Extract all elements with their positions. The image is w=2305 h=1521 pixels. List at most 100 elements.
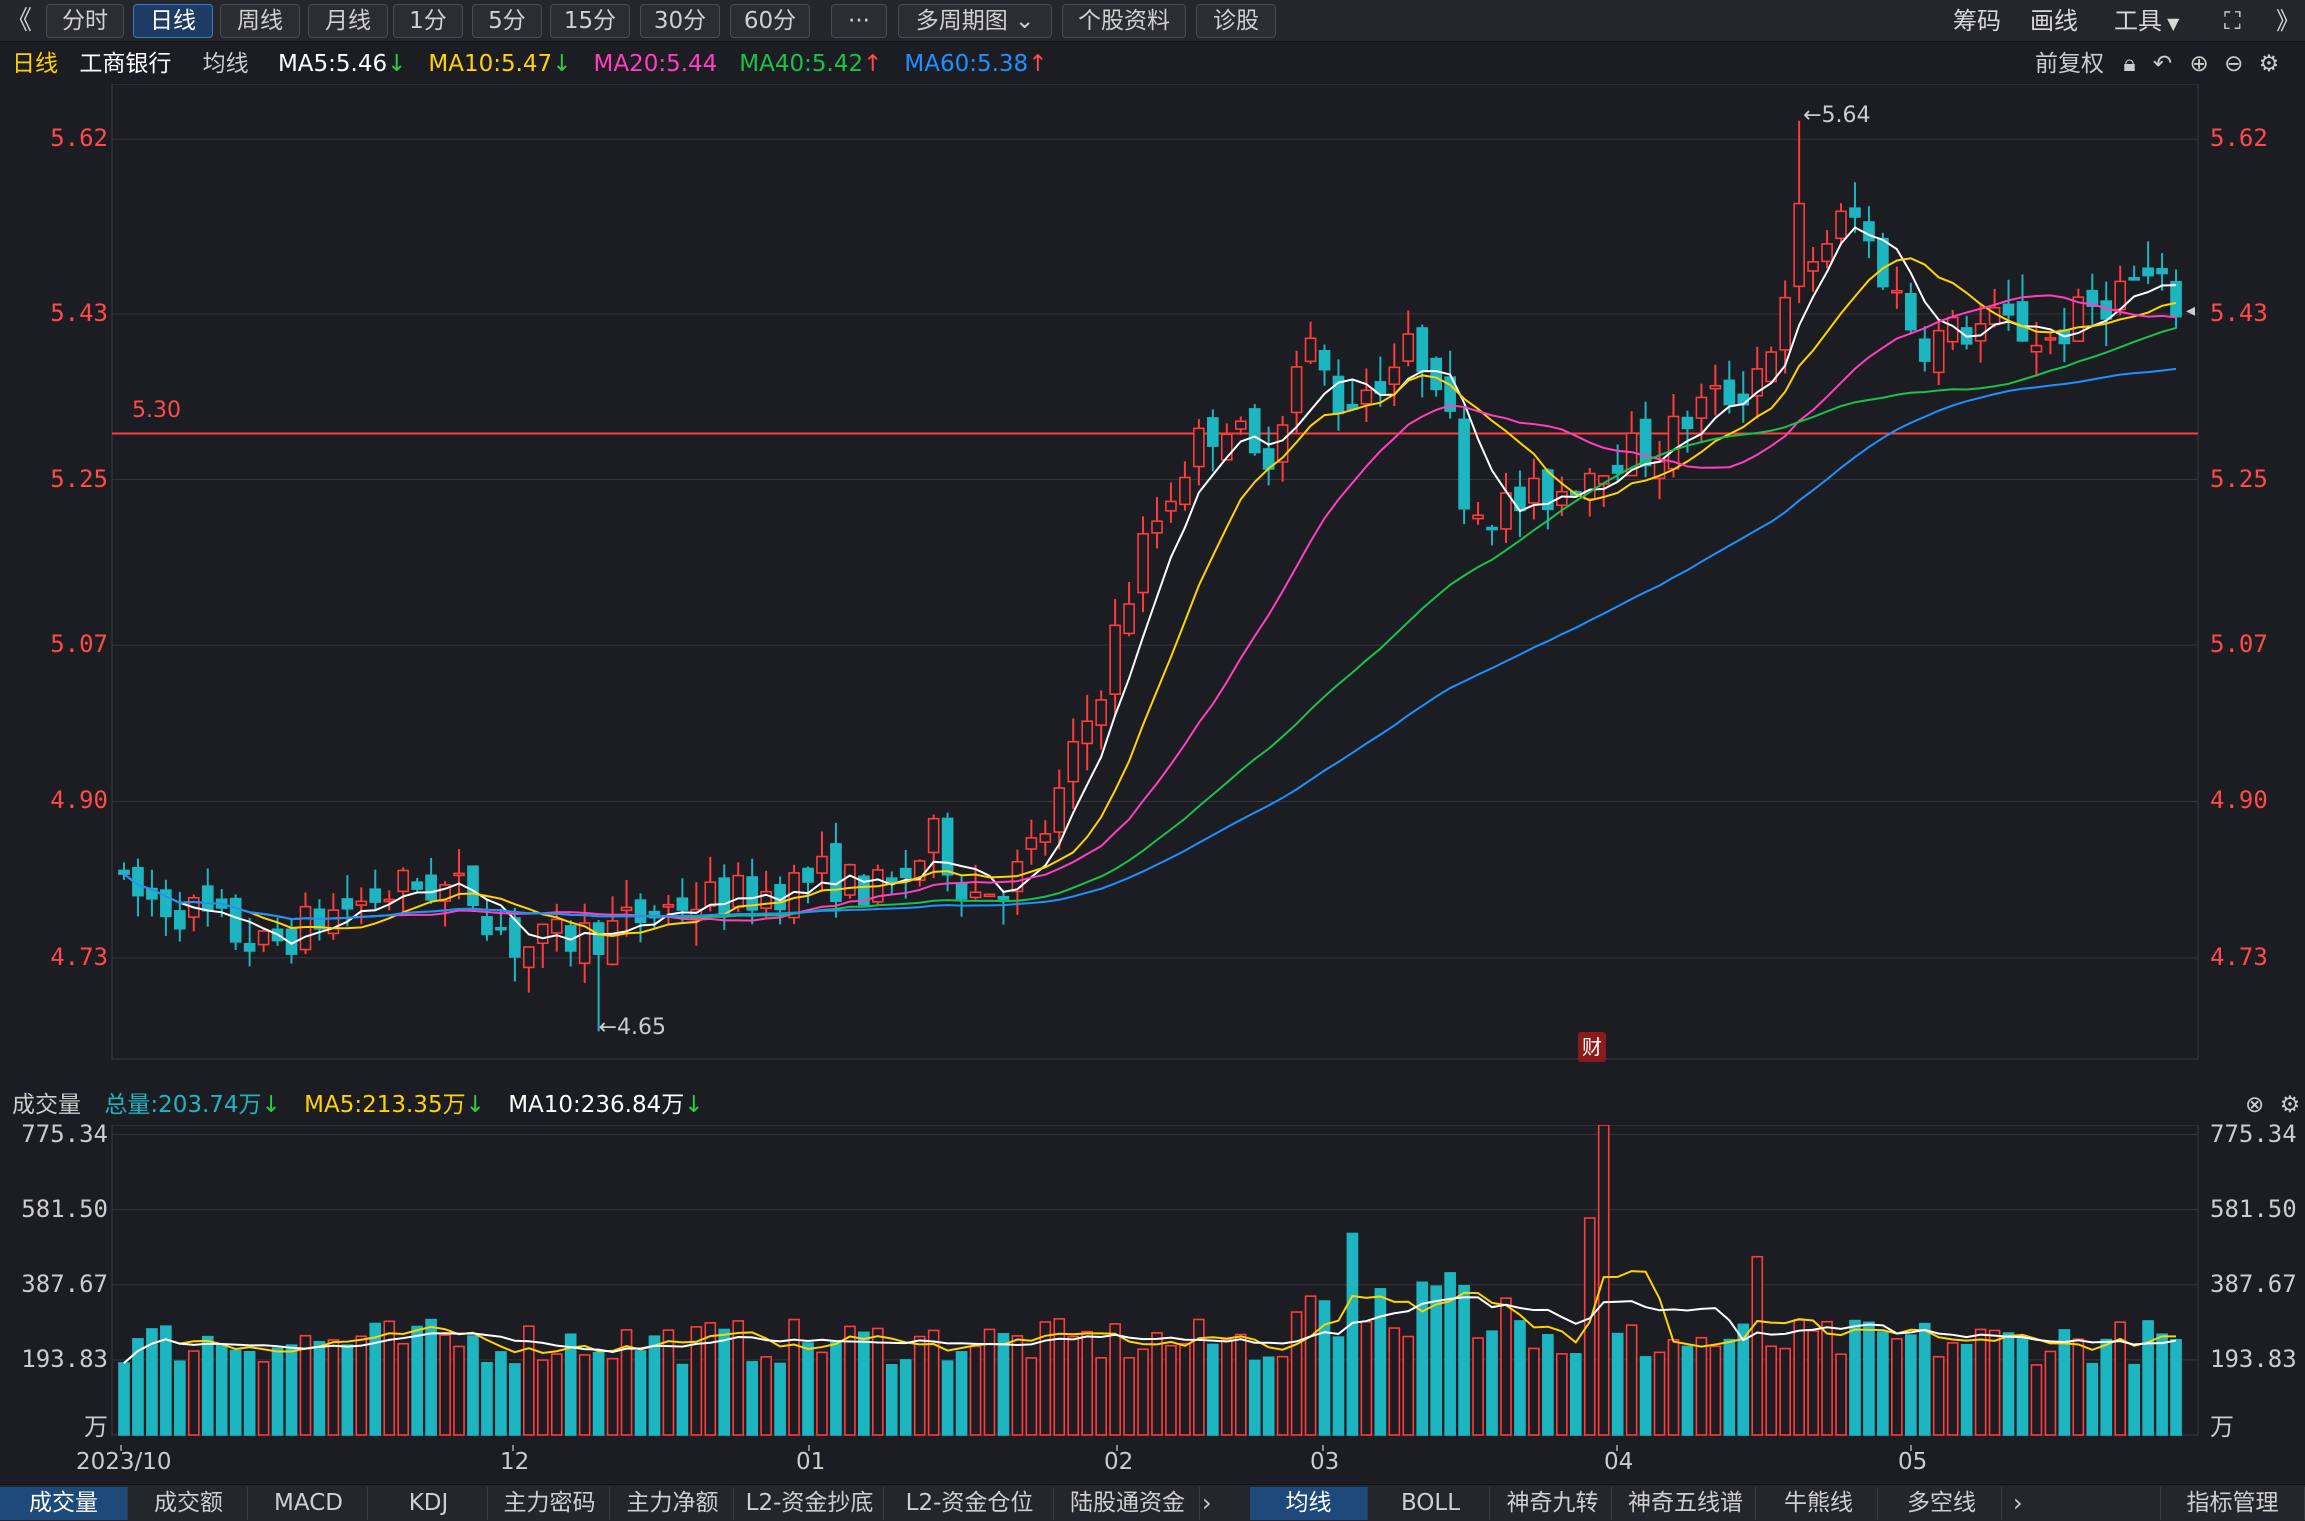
undo-icon[interactable]: ↶ [2153,51,2172,77]
candle-body[interactable] [257,930,270,946]
volume-bar[interactable] [1388,1327,1401,1436]
candle-body[interactable] [2170,281,2182,318]
toolbar-button-8[interactable]: 60分 [730,4,810,38]
volume-bar[interactable] [1486,1330,1498,1436]
volume-bar[interactable] [578,1354,591,1436]
candle-body[interactable] [830,843,842,902]
chip-button[interactable]: 筹码 [1953,4,2001,38]
candle-body[interactable] [522,946,535,969]
volume-bar[interactable] [969,1345,982,1436]
volume-bar[interactable] [257,1361,270,1436]
candle-body[interactable] [174,910,186,930]
volume-bar[interactable] [899,1359,912,1436]
lock-icon[interactable]: 🔒︎ [2123,51,2135,77]
volume-bar[interactable] [2058,1329,2071,1436]
volume-bar[interactable] [1179,1342,1191,1436]
toolbar-button-9[interactable]: ··· [831,4,887,38]
draw-button[interactable]: 画线 [2030,4,2078,38]
indicator-tab-3[interactable]: KDJ [370,1487,488,1520]
candle-body[interactable] [1151,520,1163,534]
indicator-tab-8[interactable]: 陆股通资金 [1056,1487,1200,1520]
candle-body[interactable] [941,817,954,876]
volume-bar[interactable] [1849,1319,1861,1436]
volume-bar[interactable] [495,1351,507,1436]
volume-bar[interactable] [271,1347,284,1436]
candle-body[interactable] [1039,833,1052,843]
volume-bar[interactable] [802,1342,814,1436]
candle-body[interactable] [2156,268,2168,275]
candle-body[interactable] [467,865,479,906]
volume-bar[interactable] [1318,1300,1331,1436]
stock-name[interactable]: 工商银行 [79,51,171,77]
volume-bar[interactable] [1207,1343,1219,1436]
volume-bar[interactable] [1053,1318,1066,1436]
volume-bar[interactable] [592,1351,605,1436]
candle-body[interactable] [1248,408,1261,454]
volume-bar[interactable] [2170,1338,2182,1436]
candle-body[interactable] [592,922,605,955]
candle-body[interactable] [1430,357,1443,391]
toolbar-button-4[interactable]: 1分 [393,4,463,38]
volume-bar[interactable] [676,1363,689,1436]
volume-bar[interactable] [550,1353,563,1436]
candle-body[interactable] [1123,603,1135,635]
candle-body[interactable] [2002,303,2015,316]
indicator-manage-button[interactable]: 指标管理 [2160,1487,2305,1520]
tools-button[interactable]: 工具 ▼ [2114,4,2179,41]
candle-body[interactable] [983,893,996,898]
candlestick-chart[interactable] [0,84,2305,1069]
overlay-tab-4[interactable]: 牛熊线 [1760,1487,1878,1520]
candle-body[interactable] [1318,349,1331,371]
volume-bar[interactable] [1332,1336,1345,1436]
volume-bar[interactable] [341,1344,354,1436]
volume-bar[interactable] [1220,1338,1233,1436]
volume-bar[interactable] [2016,1335,2029,1436]
volume-bar[interactable] [1402,1335,1415,1436]
volume-bar[interactable] [955,1351,968,1436]
toolbar-button-11[interactable]: 个股资料 [1062,4,1186,38]
candle-body[interactable] [2044,337,2057,341]
volume-bar[interactable] [634,1350,647,1436]
volume-bar[interactable] [299,1334,312,1436]
volume-bar[interactable] [1555,1353,1568,1436]
volume-bar[interactable] [2142,1320,2154,1436]
settings-icon[interactable]: ⚙ [2280,1092,2301,1118]
close-icon[interactable]: ⊗ [2245,1092,2264,1118]
candle-body[interactable] [1416,327,1429,372]
candle-body[interactable] [341,898,354,910]
volume-bar[interactable] [1374,1288,1387,1436]
finance-badge[interactable]: 财 [1578,1032,1606,1062]
candle-body[interactable] [1821,243,1833,263]
candle-body[interactable] [899,867,912,879]
candle-body[interactable] [1793,202,1805,288]
candle-body[interactable] [229,897,242,943]
candle-body[interactable] [1095,699,1107,726]
volume-bar[interactable] [1304,1295,1317,1436]
candle-body[interactable] [1877,237,1889,288]
volume-bar[interactable] [1835,1353,1847,1436]
candle-body[interactable] [634,899,647,923]
volume-bar[interactable] [746,1361,759,1436]
candle-body[interactable] [1304,337,1317,363]
indicator-tab-7[interactable]: L2-资金仓位 [886,1487,1054,1520]
volume-bar[interactable] [1681,1345,1694,1436]
volume-bar[interactable] [397,1342,410,1436]
toolbar-button-1[interactable]: 日线 [133,4,213,38]
volume-bar[interactable] [1974,1328,1987,1436]
more-tabs-icon[interactable]: › [1202,1487,1212,1520]
indicator-tab-2[interactable]: MACD [250,1487,368,1520]
candle-body[interactable] [718,877,731,916]
volume-bar[interactable] [1514,1320,1526,1436]
candle-body[interactable] [885,877,898,884]
candle-body[interactable] [1067,740,1080,783]
candle-body[interactable] [732,874,745,908]
volume-bar[interactable] [1262,1356,1275,1436]
volume-bar[interactable] [1081,1330,1094,1436]
volume-bar[interactable] [1946,1342,1959,1436]
candle-body[interactable] [2142,267,2154,277]
volume-bar[interactable] [1779,1347,1792,1436]
volume-bar[interactable] [1904,1334,1917,1436]
volume-bar[interactable] [439,1334,451,1436]
candle-body[interactable] [662,903,675,908]
candle-body[interactable] [536,923,549,945]
